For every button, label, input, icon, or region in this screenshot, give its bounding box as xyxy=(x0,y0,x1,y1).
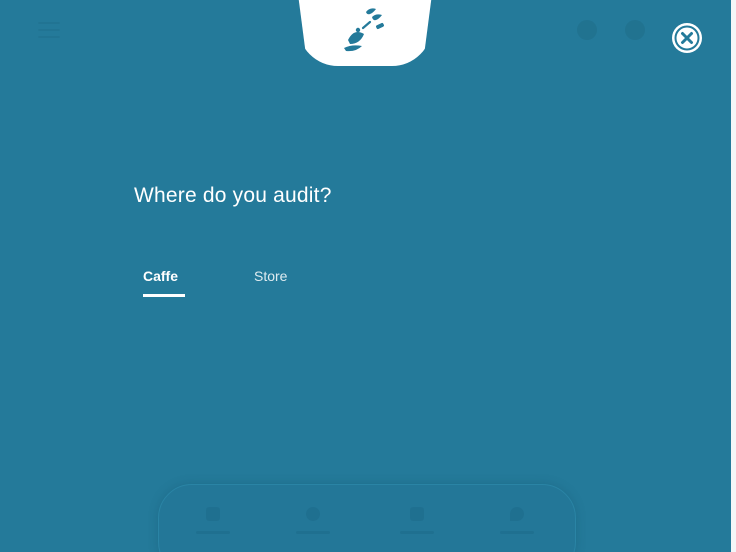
location-icon xyxy=(510,507,524,521)
nav-item-report[interactable] xyxy=(397,507,437,543)
coffee-logo-icon xyxy=(344,8,384,52)
close-icon xyxy=(674,25,700,51)
nav-item-location[interactable] xyxy=(497,507,537,543)
window-edge xyxy=(731,0,736,552)
question-title: Where do you audit? xyxy=(134,184,332,207)
close-button[interactable] xyxy=(672,23,702,53)
settings-icon xyxy=(625,20,645,40)
menu-icon xyxy=(38,22,60,38)
tab-caffe[interactable]: Caffe xyxy=(143,268,185,297)
notification-icon xyxy=(577,20,597,40)
report-icon xyxy=(410,507,424,521)
tab-store[interactable]: Store xyxy=(254,268,287,294)
nav-item-home[interactable] xyxy=(193,507,233,543)
bottom-navigation xyxy=(158,484,576,552)
nav-item-audit[interactable] xyxy=(293,507,333,543)
audit-location-screen: Where do you audit? Caffe Store xyxy=(0,0,731,552)
home-icon xyxy=(206,507,220,521)
audit-icon xyxy=(306,507,320,521)
